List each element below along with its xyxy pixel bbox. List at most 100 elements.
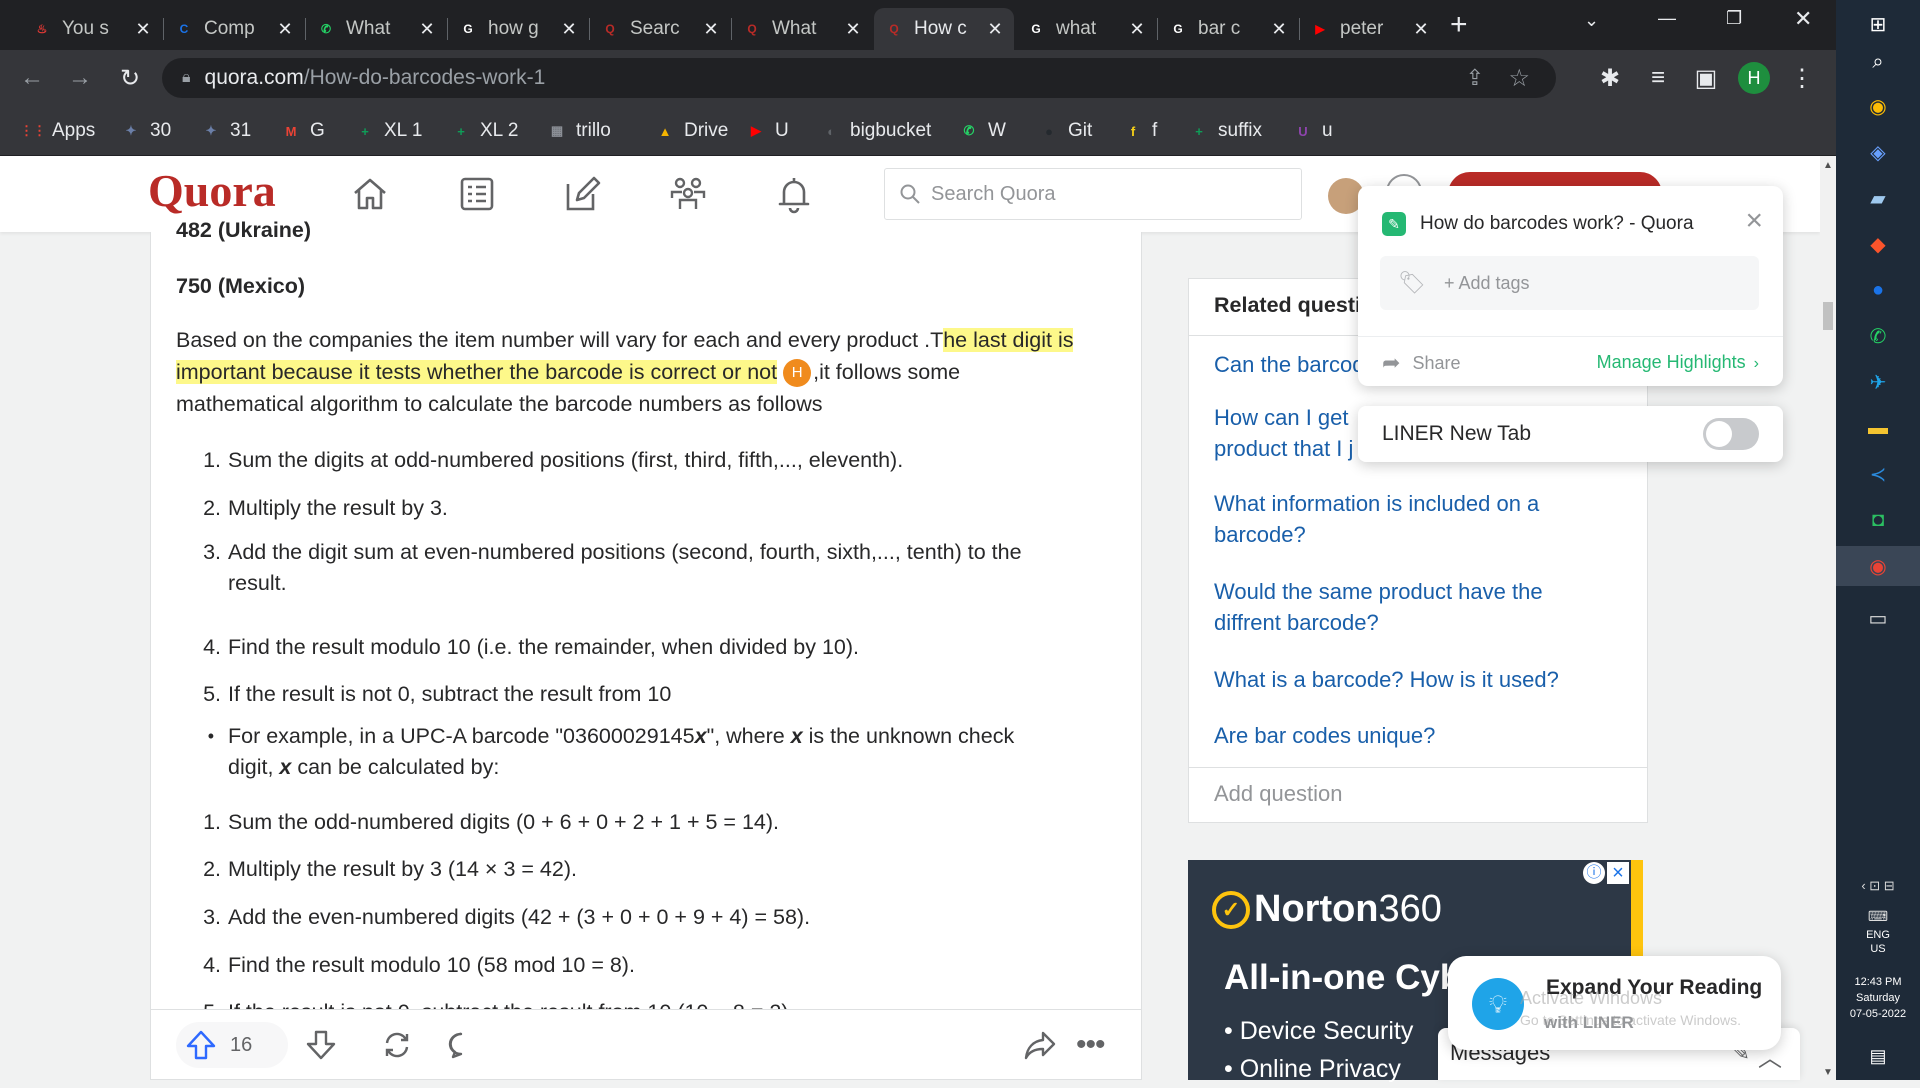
add-tags-field[interactable]: 🏷︎ + Add tags bbox=[1380, 256, 1759, 310]
browser-tab[interactable]: Ghow g ✕ bbox=[448, 8, 588, 50]
ad-info-icon[interactable]: ⓘ bbox=[1583, 862, 1605, 884]
browser-tab[interactable]: ▶ peter ✕ bbox=[1300, 8, 1440, 50]
answer-pencil-icon[interactable] bbox=[563, 174, 603, 214]
maps-icon[interactable]: ● bbox=[1858, 270, 1898, 310]
liner-share-button[interactable]: ➦ Share bbox=[1382, 350, 1460, 376]
related-question-link[interactable]: What is a barcode? How is it used? bbox=[1214, 664, 1614, 695]
tab-close-icon[interactable]: ✕ bbox=[1270, 19, 1288, 40]
forward-icon[interactable]: → bbox=[62, 60, 98, 96]
browser-tab[interactable]: Q How c ✕ bbox=[874, 8, 1014, 50]
scroll-down-arrow-icon[interactable]: ▼ bbox=[1823, 1067, 1833, 1078]
search-quora-input[interactable]: Search Quora bbox=[884, 168, 1302, 220]
app-icon-1[interactable]: ◈ bbox=[1858, 132, 1898, 172]
media-control-icon[interactable]: ≡ bbox=[1640, 60, 1676, 96]
extensions-icon[interactable]: ✱ bbox=[1592, 60, 1628, 96]
terminal-icon[interactable]: ▭ bbox=[1858, 598, 1898, 638]
side-panel-icon[interactable]: ▣ bbox=[1688, 60, 1724, 96]
browser-tab[interactable]: Gbar c ✕ bbox=[1158, 8, 1298, 50]
tab-close-icon[interactable]: ✕ bbox=[1412, 19, 1430, 40]
scroll-thumb[interactable] bbox=[1823, 302, 1833, 330]
more-options-icon[interactable]: ••• bbox=[1076, 1028, 1105, 1062]
windows-start-icon[interactable]: ⊞ bbox=[1858, 4, 1898, 44]
tab-close-icon[interactable]: ✕ bbox=[134, 19, 152, 40]
browser-tab[interactable]: ✆ What ✕ bbox=[306, 8, 446, 50]
bookmark-item[interactable]: ◐ bigbucket bbox=[820, 118, 931, 144]
notifications-bell-icon[interactable] bbox=[774, 174, 814, 214]
following-feed-icon[interactable] bbox=[457, 174, 497, 214]
app-icon-3[interactable]: ✈ bbox=[1858, 362, 1898, 402]
whatsapp-taskbar-icon[interactable]: ✆ bbox=[1858, 316, 1898, 356]
liner-new-tab-toggle[interactable] bbox=[1703, 418, 1759, 450]
liner-expand-reading-toast[interactable]: 💡︎ Expand Your Reading with LINER Activa… bbox=[1448, 956, 1781, 1050]
upvote-button[interactable]: 16 bbox=[176, 1022, 288, 1068]
bookmark-star-icon[interactable]: ☆ bbox=[1508, 64, 1530, 93]
bookmark-item[interactable]: ▲ Drive bbox=[654, 118, 729, 144]
browser-tab[interactable]: C Comp ✕ bbox=[164, 8, 304, 50]
share-page-icon[interactable]: ⇪ bbox=[1466, 65, 1484, 91]
liner-close-icon[interactable]: × bbox=[1745, 204, 1763, 238]
related-question-link[interactable]: barcode? bbox=[1214, 519, 1614, 550]
downvote-icon[interactable] bbox=[304, 1028, 338, 1062]
bookmark-item[interactable]: ⋮⋮ Apps bbox=[20, 118, 95, 144]
bookmark-item[interactable]: MG bbox=[280, 118, 325, 144]
bookmark-item[interactable]: ff bbox=[1122, 118, 1157, 144]
taskbar-search-icon[interactable]: ⌕ bbox=[1858, 42, 1898, 82]
spaces-icon[interactable] bbox=[668, 174, 708, 214]
brave-icon[interactable]: ◆ bbox=[1858, 224, 1898, 264]
quora-logo[interactable]: Quora bbox=[148, 164, 276, 217]
bookmark-item[interactable]: + suffix bbox=[1188, 118, 1262, 144]
manage-highlights-link[interactable]: Manage Highlights › bbox=[1597, 352, 1759, 373]
share-arrow-icon[interactable] bbox=[1023, 1028, 1057, 1062]
chrome-icon[interactable]: ◉ bbox=[1858, 86, 1898, 126]
tab-close-icon[interactable]: ✕ bbox=[844, 19, 862, 40]
notification-center-icon[interactable]: ▤ bbox=[1858, 1036, 1898, 1076]
home-icon[interactable] bbox=[350, 174, 390, 214]
clock[interactable]: 12:43 PM Saturday 07-05-2022 bbox=[1836, 974, 1920, 1022]
kebab-menu-icon[interactable]: ⋮ bbox=[1784, 60, 1820, 96]
bookmark-item[interactable]: ▦ trillo bbox=[546, 118, 611, 144]
tab-close-icon[interactable]: ✕ bbox=[418, 19, 436, 40]
related-question-link[interactable]: What information is included on a bbox=[1214, 488, 1614, 519]
browser-tab[interactable]: ♨ You s ✕ bbox=[22, 8, 162, 50]
bookmark-item[interactable]: ✦ 30 bbox=[120, 118, 172, 144]
language-indicator[interactable]: ENG US bbox=[1836, 928, 1920, 956]
back-icon[interactable]: ← bbox=[14, 60, 50, 96]
browser-tab[interactable]: Q What ✕ bbox=[732, 8, 872, 50]
maximize-icon[interactable]: ❐ bbox=[1726, 8, 1742, 29]
related-question-link[interactable]: diffrent barcode? bbox=[1214, 607, 1614, 638]
ad-close-icon[interactable]: × bbox=[1607, 862, 1629, 884]
reload-icon[interactable]: ↻ bbox=[112, 60, 148, 96]
tab-close-icon[interactable]: ✕ bbox=[560, 19, 578, 40]
comment-icon[interactable] bbox=[446, 1030, 476, 1060]
browser-tab[interactable]: Gwhat ✕ bbox=[1016, 8, 1156, 50]
chat-app-icon[interactable]: ◘ bbox=[1858, 500, 1898, 540]
tab-close-icon[interactable]: ✕ bbox=[1128, 19, 1146, 40]
bookmark-item[interactable]: + XL 2 bbox=[450, 118, 518, 144]
bookmark-item[interactable]: + XL 1 bbox=[354, 118, 422, 144]
tab-close-icon[interactable]: ✕ bbox=[986, 19, 1004, 40]
app-icon-2[interactable]: ▰ bbox=[1858, 178, 1898, 218]
tab-close-icon[interactable]: ✕ bbox=[276, 19, 294, 40]
file-explorer-icon[interactable]: ▬ bbox=[1858, 408, 1898, 448]
bookmark-item[interactable]: ● Git bbox=[1038, 118, 1092, 144]
bookmark-item[interactable]: Uu bbox=[1292, 118, 1332, 144]
vscode-icon[interactable]: ≺ bbox=[1858, 454, 1898, 494]
chrome-active-icon[interactable]: ◉ bbox=[1836, 546, 1920, 586]
highlight-badge[interactable]: H bbox=[783, 359, 812, 388]
share-rotate-icon[interactable] bbox=[381, 1029, 413, 1061]
new-tab-icon[interactable]: + bbox=[1450, 8, 1468, 42]
scroll-up-arrow-icon[interactable]: ▲ bbox=[1823, 160, 1833, 171]
minimize-icon[interactable]: — bbox=[1658, 8, 1676, 29]
browser-tab[interactable]: Q Searc ✕ bbox=[590, 8, 730, 50]
bookmark-item[interactable]: ✦ 31 bbox=[200, 118, 252, 144]
close-window-icon[interactable]: ✕ bbox=[1794, 6, 1812, 32]
bookmark-item[interactable]: ✆ W bbox=[958, 118, 1006, 144]
address-bar[interactable]: 🔒︎ quora.com/How-do-barcodes-work-1 ⇪ ☆ bbox=[162, 58, 1556, 98]
add-question-link[interactable]: Add question bbox=[1214, 781, 1342, 807]
tab-close-icon[interactable]: ✕ bbox=[702, 19, 720, 40]
related-question-link[interactable]: Are bar codes unique? bbox=[1214, 720, 1614, 751]
page-scrollbar[interactable]: ▲ ▼ bbox=[1820, 156, 1836, 1080]
tab-search-icon[interactable]: ⌄ bbox=[1584, 10, 1599, 31]
bookmark-item[interactable]: ▶ U bbox=[745, 118, 789, 144]
profile-avatar[interactable]: H bbox=[1736, 60, 1772, 96]
